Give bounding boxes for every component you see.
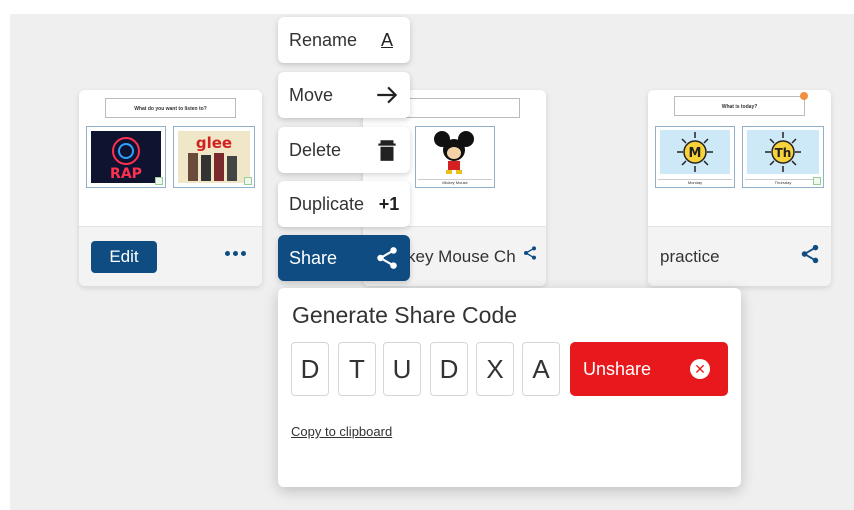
tile-check — [813, 177, 821, 185]
trash-icon — [378, 140, 396, 161]
unshare-label: Unshare — [583, 359, 652, 379]
glee-image: glee — [178, 131, 250, 183]
share-icon[interactable] — [522, 245, 538, 261]
copy-to-clipboard-link[interactable]: Copy to clipboard — [291, 424, 392, 439]
board-preview[interactable]: What do you want to listen to? RAP glee — [79, 90, 262, 226]
card-footer: practice — [648, 226, 831, 286]
share-icon[interactable] — [799, 243, 821, 265]
share-icon — [377, 247, 397, 269]
rap-image: RAP — [91, 131, 161, 183]
rename-icon: A — [380, 29, 393, 50]
board-card-practice[interactable]: What is today? M Monday Th Thursday prac… — [648, 90, 831, 286]
edit-button[interactable]: Edit — [91, 241, 157, 273]
more-options-icon[interactable] — [222, 243, 248, 263]
pin-icon — [800, 92, 808, 100]
share-code-char: D — [291, 342, 329, 396]
plus-one-icon: +1 — [378, 193, 400, 214]
tile-check — [244, 177, 252, 185]
svg-text:RAP: RAP — [110, 166, 142, 182]
tile-check — [155, 177, 163, 185]
board-title: key Mouse Ch — [407, 247, 516, 266]
menu-share-label: Share — [289, 247, 338, 268]
svg-text:M: M — [689, 146, 702, 161]
menu-rename-label: Rename — [289, 29, 358, 50]
tile-rap: RAP — [86, 126, 166, 188]
tile-label: Thursday — [745, 179, 821, 185]
card-footer: Edit — [79, 226, 262, 286]
share-code-char: A — [522, 342, 560, 396]
svg-text:Th: Th — [775, 146, 792, 160]
tile-glee: glee — [173, 126, 255, 188]
svg-text:glee: glee — [196, 134, 232, 152]
share-code-char: X — [476, 342, 514, 396]
menu-share[interactable]: Share — [278, 235, 410, 281]
question-box — [403, 98, 520, 118]
mickey-image — [433, 131, 475, 174]
tile-monday: M Monday — [655, 126, 735, 188]
menu-move[interactable]: Move — [278, 72, 410, 118]
close-icon: ✕ — [690, 359, 710, 379]
board-preview[interactable]: What is today? M Monday Th Thursday — [648, 90, 831, 226]
menu-delete-label: Delete — [289, 139, 342, 160]
menu-rename[interactable]: Rename A — [278, 17, 410, 63]
menu-move-label: Move — [289, 84, 334, 105]
question-box: What is today? — [674, 96, 805, 116]
arrow-right-icon — [377, 86, 398, 104]
share-code-char: T — [338, 342, 376, 396]
share-panel-title: Generate Share Code — [292, 302, 518, 328]
menu-duplicate[interactable]: Duplicate +1 — [278, 181, 410, 227]
share-code-char: U — [383, 342, 421, 396]
thursday-sun-icon: Th — [747, 130, 819, 174]
monday-sun-icon: M — [660, 130, 730, 174]
question-box: What do you want to listen to? — [105, 98, 236, 118]
unshare-button[interactable]: Unshare ✕ — [570, 342, 728, 396]
share-panel: Generate Share Code D T U D X A Unshare … — [278, 288, 741, 487]
menu-delete[interactable]: Delete — [278, 127, 410, 173]
tile-thursday: Th Thursday — [742, 126, 824, 188]
menu-duplicate-label: Duplicate — [289, 193, 365, 214]
share-code-char: D — [430, 342, 468, 396]
tile-label: Mickey Mouse — [418, 179, 492, 185]
board-title: practice — [660, 247, 720, 266]
tile-mickey: Mickey Mouse — [415, 126, 495, 188]
tile-label: Monday — [658, 179, 732, 185]
board-card-music[interactable]: What do you want to listen to? RAP glee — [79, 90, 262, 286]
